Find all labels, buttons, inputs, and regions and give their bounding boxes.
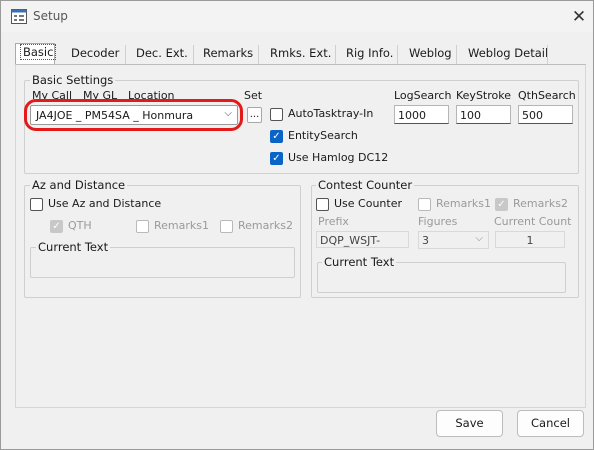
figures-label: Figures: [418, 215, 458, 228]
basic-settings-title: Basic Settings: [30, 73, 116, 87]
my-call-label: My Call: [32, 89, 73, 102]
qth-label: QTH: [68, 219, 92, 232]
current-count-label: Current Count: [494, 215, 572, 228]
az-remarks1-checkbox[interactable]: [136, 220, 149, 233]
title-bar: Setup ✕: [1, 1, 593, 32]
tab-weblog[interactable]: Weblog: [405, 45, 456, 65]
tab-rmks-ext[interactable]: Rmks. Ext.: [266, 45, 335, 65]
az-current-text-label: Current Text: [36, 240, 111, 254]
window-title: Setup: [33, 9, 68, 23]
az-distance-title: Az and Distance: [30, 178, 128, 192]
autotasktray-checkbox[interactable]: [270, 108, 283, 121]
tab-basic[interactable]: Basic: [15, 43, 57, 65]
tab-dec-ext[interactable]: Dec. Ext.: [132, 45, 192, 65]
set-location-button[interactable]: ...: [247, 107, 262, 123]
current-count-value: 1: [526, 234, 534, 247]
prefix-input[interactable]: DQP_WSJT-: [316, 231, 409, 248]
contest-remarks1-checkbox[interactable]: [418, 198, 431, 211]
my-gl-label: My GL: [83, 89, 118, 102]
prefix-value: DQP_WSJT-: [320, 234, 381, 247]
use-az-label: Use Az and Distance: [48, 197, 162, 210]
tab-separator: [193, 45, 194, 65]
contest-remarks2-label: Remarks2: [513, 197, 568, 210]
tab-rig-info[interactable]: Rig Info.: [342, 45, 397, 65]
tab-decoder[interactable]: Decoder: [67, 45, 123, 65]
qthsearch-input[interactable]: 500: [518, 105, 573, 124]
use-counter-label: Use Counter: [334, 197, 403, 210]
chevron-down-icon: ⌵: [475, 233, 483, 244]
qthsearch-value: 500: [522, 109, 543, 122]
az-remarks1-label: Remarks1: [154, 219, 209, 232]
location-value: JA4JOE _ PM54SA _ Honmura: [36, 109, 194, 122]
tab-separator: [335, 45, 336, 65]
az-remarks2-checkbox[interactable]: [220, 220, 233, 233]
tab-separator: [258, 45, 259, 65]
keystroke-input[interactable]: 100: [456, 105, 511, 124]
app-settings-icon: [11, 9, 27, 24]
autotasktray-label: AutoTasktray-In: [288, 107, 374, 120]
tab-remarks[interactable]: Remarks: [199, 45, 257, 65]
entitysearch-checkbox[interactable]: ✓: [270, 130, 283, 143]
logsearch-value: 1000: [398, 109, 426, 122]
set-label: Set: [244, 89, 263, 102]
save-button[interactable]: Save: [436, 410, 503, 437]
contest-current-text-label: Current Text: [322, 255, 397, 269]
tab-separator: [547, 45, 548, 65]
use-counter-checkbox[interactable]: [316, 198, 329, 211]
prefix-label: Prefix: [318, 215, 349, 228]
tab-separator: [456, 45, 457, 65]
tab-separator: [397, 45, 398, 65]
tab-separator: [125, 45, 126, 65]
chevron-down-icon: ⌵: [224, 108, 232, 119]
hamlog-checkbox[interactable]: ✓: [270, 152, 283, 165]
cancel-button[interactable]: Cancel: [517, 410, 584, 437]
tab-label: Basic: [20, 44, 57, 60]
keystroke-label: KeyStroke: [456, 89, 511, 102]
keystroke-value: 100: [460, 109, 481, 122]
logsearch-input[interactable]: 1000: [394, 105, 449, 124]
logsearch-label: LogSearch: [394, 89, 452, 102]
figures-value: 3: [422, 234, 429, 247]
az-remarks2-label: Remarks2: [238, 219, 293, 232]
close-icon[interactable]: ✕: [569, 7, 589, 27]
hamlog-label: Use Hamlog DC12: [288, 151, 389, 164]
setup-window: Setup ✕ Basic Decoder Dec. Ext. Remarks …: [0, 0, 594, 450]
use-az-checkbox[interactable]: [30, 198, 43, 211]
figures-select[interactable]: 3 ⌵: [418, 231, 489, 249]
location-select[interactable]: JA4JOE _ PM54SA _ Honmura ⌵: [30, 105, 238, 125]
current-count-field: 1: [495, 231, 565, 248]
tab-weblog-detail[interactable]: Weblog Detail: [464, 45, 552, 65]
location-label: Location: [128, 89, 175, 102]
contest-counter-title: Contest Counter: [316, 178, 415, 192]
contest-remarks2-checkbox[interactable]: ✓: [495, 198, 508, 211]
qthsearch-label: QthSearch: [518, 89, 576, 102]
entitysearch-label: EntitySearch: [288, 129, 358, 142]
qth-checkbox[interactable]: ✓: [50, 220, 63, 233]
contest-remarks1-label: Remarks1: [436, 197, 491, 210]
